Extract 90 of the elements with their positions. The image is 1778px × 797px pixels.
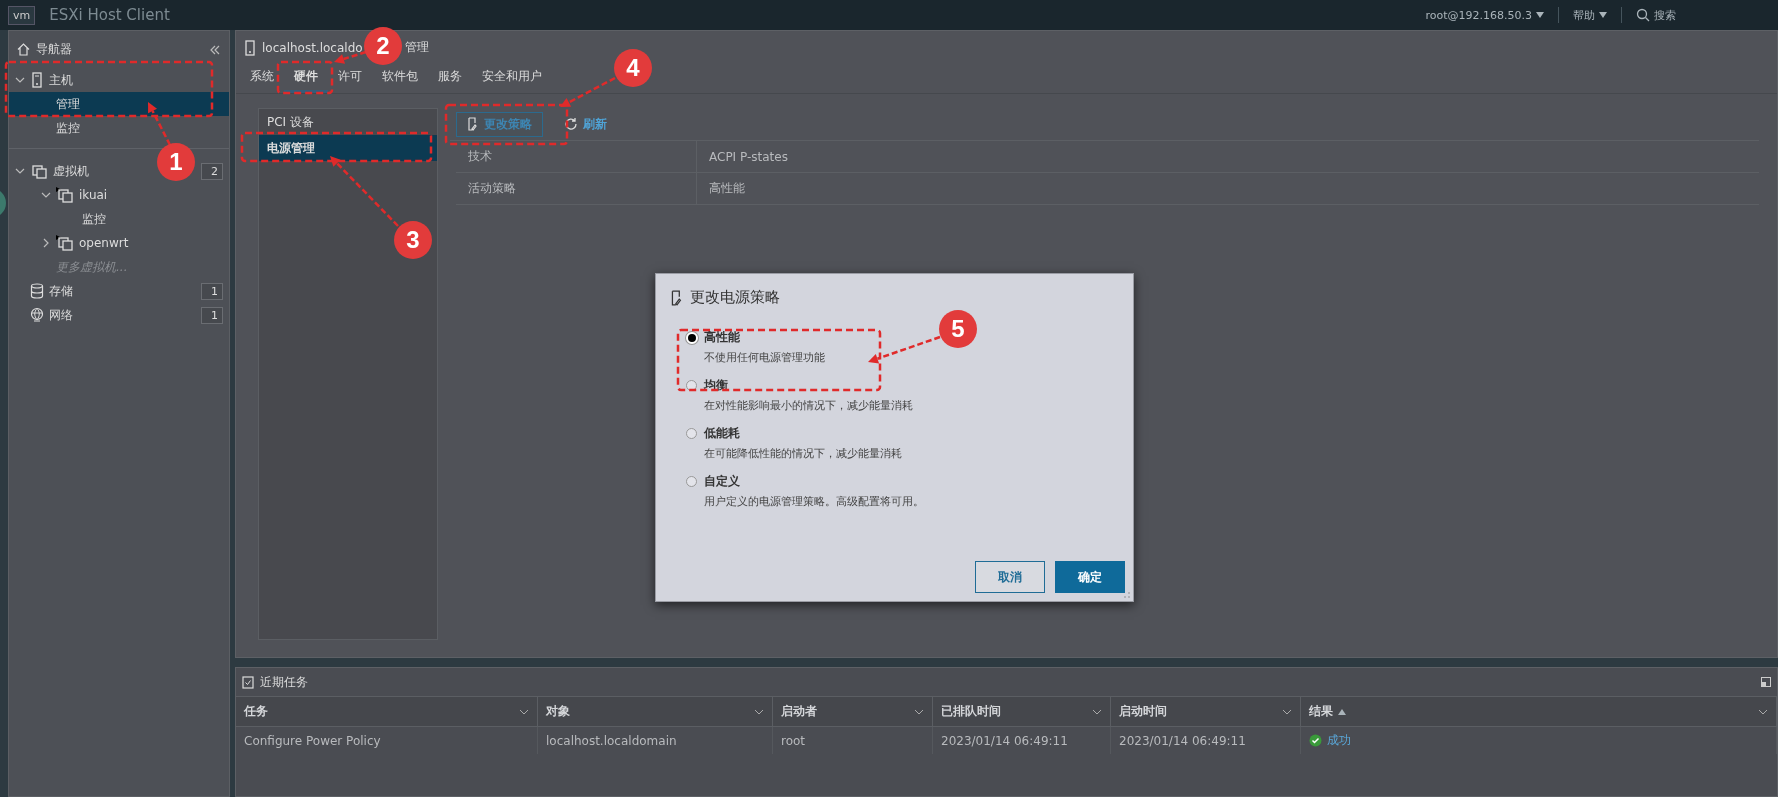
tab[interactable]: 软件包 bbox=[372, 62, 428, 93]
option-description: 在可能降低性能的情况下，减少能量消耗 bbox=[704, 446, 903, 461]
dialog-button[interactable]: 确定 bbox=[1055, 561, 1125, 593]
app-title: ESXi Host Client bbox=[49, 6, 170, 24]
refresh-icon bbox=[564, 117, 578, 131]
search-field[interactable]: 搜索 bbox=[1636, 7, 1676, 23]
chevron-icon[interactable] bbox=[15, 166, 25, 176]
caret-icon[interactable] bbox=[1536, 12, 1544, 18]
tree-item-label[interactable]: openwrt bbox=[79, 236, 129, 250]
arrow bbox=[330, 156, 399, 227]
chevron-icon[interactable] bbox=[15, 75, 25, 85]
count-badge: 2 bbox=[201, 162, 223, 180]
search-icon bbox=[1636, 8, 1650, 22]
tree-item-label[interactable]: 管理 bbox=[56, 95, 80, 113]
maximize-icon[interactable] bbox=[1761, 677, 1771, 687]
chevron-icon[interactable] bbox=[1758, 708, 1768, 715]
page-title: localhost.localdo bbox=[262, 40, 363, 55]
tree-item-label[interactable]: 虚拟机 bbox=[53, 162, 89, 180]
highlight-box bbox=[276, 60, 334, 95]
option-label[interactable]: 自定义 bbox=[704, 473, 1133, 490]
dialog-title: 更改电源策略 bbox=[690, 288, 780, 307]
radio-button[interactable] bbox=[686, 428, 697, 439]
virtual-machine-icon bbox=[30, 163, 48, 179]
arrow bbox=[334, 50, 367, 64]
tab[interactable]: 系统 bbox=[240, 62, 284, 93]
resize-grip-icon[interactable] bbox=[1123, 591, 1131, 599]
hardware-menu-item[interactable]: PCI 设备 bbox=[259, 109, 437, 135]
edit-document-icon bbox=[670, 289, 684, 306]
home-icon bbox=[17, 43, 30, 56]
dialog-button[interactable]: 取消 bbox=[975, 561, 1045, 593]
tree-item-label[interactable]: 存储 bbox=[49, 282, 73, 300]
globe-icon bbox=[30, 307, 44, 323]
chevron-icon[interactable] bbox=[41, 190, 51, 200]
server-icon bbox=[244, 39, 256, 56]
table-cell: 2023/01/14 06:49:11 bbox=[1111, 727, 1301, 754]
database-icon bbox=[30, 283, 44, 299]
chevron-icon[interactable] bbox=[754, 708, 764, 715]
panel-title: 近期任务 bbox=[260, 673, 308, 691]
tree-item-label[interactable]: 监控 bbox=[56, 119, 80, 137]
caret-icon[interactable] bbox=[1599, 12, 1607, 18]
tab[interactable]: 服务 bbox=[428, 62, 472, 93]
radio-button[interactable] bbox=[686, 380, 697, 391]
tab[interactable]: 硬件 bbox=[284, 62, 328, 93]
collapse-icon[interactable] bbox=[209, 44, 221, 55]
tree-item-label[interactable]: ikuai bbox=[79, 188, 108, 202]
table-cell: 成功 bbox=[1301, 727, 1777, 754]
column-header[interactable]: 任务 bbox=[236, 697, 538, 726]
count-badge: 1 bbox=[201, 282, 223, 300]
radio-button[interactable] bbox=[686, 476, 697, 487]
property-value: ACPI P-states bbox=[696, 141, 1759, 172]
column-header[interactable]: 启动时间 bbox=[1111, 697, 1301, 726]
page-title: 管理 bbox=[404, 39, 429, 56]
option-label[interactable]: 低能耗 bbox=[704, 425, 1133, 442]
property-name: 活动策略 bbox=[467, 180, 517, 197]
hardware-menu-item[interactable]: 电源管理 bbox=[259, 135, 437, 161]
column-header[interactable]: 已排队时间 bbox=[933, 697, 1111, 726]
column-header[interactable]: 启动者 bbox=[773, 697, 933, 726]
table-cell: Configure Power Policy bbox=[236, 727, 538, 754]
edit-document-icon bbox=[467, 117, 479, 131]
arrow bbox=[560, 76, 616, 107]
navigator-title: 导航器 bbox=[36, 41, 72, 58]
arrow bbox=[148, 102, 172, 146]
tree-item-label[interactable]: 监控 bbox=[82, 210, 106, 228]
option-description: 在对性能影响最小的情况下，减少能量消耗 bbox=[704, 398, 914, 413]
chevron-icon[interactable] bbox=[41, 238, 51, 248]
logo: vm bbox=[8, 5, 36, 25]
column-header[interactable]: 结果 bbox=[1301, 697, 1777, 726]
clipboard-icon bbox=[242, 675, 254, 689]
property-value: 高性能 bbox=[696, 173, 1759, 204]
help-menu[interactable]: 帮助 bbox=[1573, 7, 1607, 23]
server-icon bbox=[30, 72, 44, 88]
tab[interactable]: 安全和用户 bbox=[472, 62, 552, 93]
option-description: 用户定义的电源管理策略。高级配置将可用。 bbox=[704, 494, 925, 509]
chevron-icon[interactable] bbox=[1092, 708, 1102, 715]
user-menu[interactable]: root@192.168.50.3 bbox=[1425, 8, 1544, 22]
option-description: 不使用任何电源管理功能 bbox=[704, 350, 826, 365]
table-cell: root bbox=[773, 727, 933, 754]
chevron-icon[interactable] bbox=[1282, 708, 1292, 715]
column-header[interactable]: 对象 bbox=[538, 697, 773, 726]
caret-icon[interactable] bbox=[1338, 708, 1346, 715]
tab[interactable]: 许可 bbox=[328, 62, 372, 93]
count-badge: 1 bbox=[201, 306, 223, 324]
table-cell: localhost.localdomain bbox=[538, 727, 773, 754]
tree-item-label[interactable]: 主机 bbox=[49, 71, 73, 89]
table-cell: 2023/01/14 06:49:11 bbox=[933, 727, 1111, 754]
property-name: 技术 bbox=[467, 148, 493, 165]
chevron-icon[interactable] bbox=[519, 708, 529, 715]
tree-item-label[interactable]: 网络 bbox=[49, 306, 73, 324]
selected-item-highlight[interactable]: 管理 bbox=[9, 92, 229, 116]
chevron-icon[interactable] bbox=[914, 708, 924, 715]
